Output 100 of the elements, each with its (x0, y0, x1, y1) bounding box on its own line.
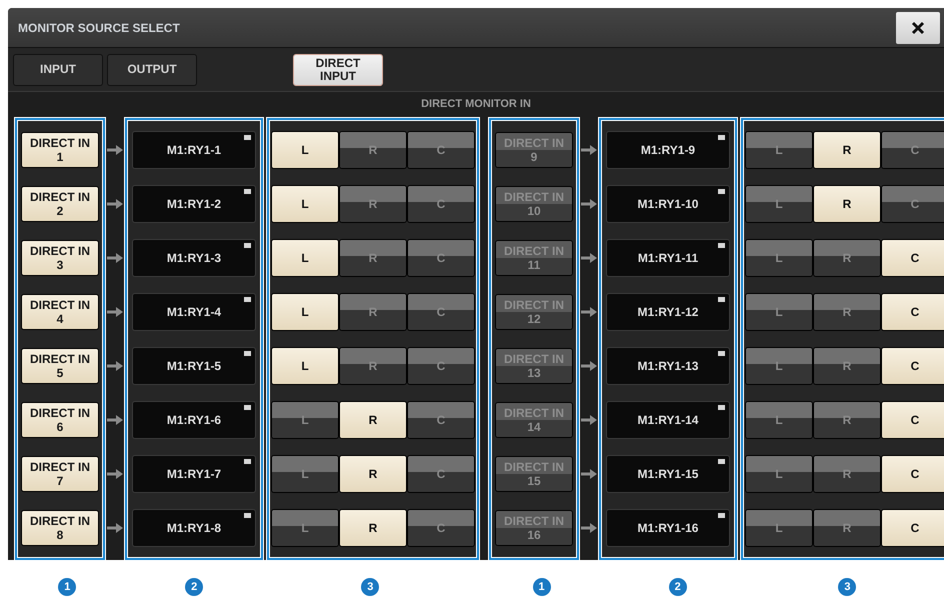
output-toggle[interactable]: R (814, 402, 880, 438)
output-toggle[interactable]: C (882, 132, 944, 168)
output-toggle[interactable]: C (408, 132, 474, 168)
output-toggle[interactable]: C (408, 510, 474, 546)
port-button[interactable]: M1:RY1-15 (607, 456, 729, 492)
output-toggle[interactable]: L (272, 348, 338, 384)
output-toggle[interactable]: C (882, 456, 944, 492)
popup-icon (718, 405, 725, 410)
tab[interactable]: OUTPUT (108, 54, 196, 84)
direct-in-button[interactable]: DIRECT IN 6 (22, 403, 98, 437)
arrow-icon (581, 199, 597, 209)
output-toggle[interactable]: L (272, 132, 338, 168)
callout-badge: 1 (532, 578, 551, 596)
arrow-icon (107, 361, 123, 371)
close-icon (911, 20, 925, 34)
output-toggle[interactable]: L (746, 402, 812, 438)
output-toggle[interactable]: C (882, 186, 944, 222)
output-toggle[interactable]: R (814, 240, 880, 276)
output-toggle[interactable]: L (746, 132, 812, 168)
port-button[interactable]: M1:RY1-1 (133, 132, 255, 168)
arrow-icon (581, 523, 597, 533)
output-toggle[interactable]: L (272, 186, 338, 222)
output-toggle[interactable]: L (272, 510, 338, 546)
callout-badge: 2 (185, 578, 204, 596)
port-button[interactable]: M1:RY1-13 (607, 348, 729, 384)
port-button[interactable]: M1:RY1-5 (133, 348, 255, 384)
output-toggle[interactable]: C (408, 240, 474, 276)
popup-icon (244, 135, 251, 140)
output-toggle[interactable]: C (882, 348, 944, 384)
direct-in-button[interactable]: DIRECT IN 3 (22, 241, 98, 275)
output-toggle[interactable]: R (340, 348, 406, 384)
arrow-icon (581, 145, 597, 155)
port-button[interactable]: M1:RY1-16 (607, 510, 729, 546)
output-toggle[interactable]: L (272, 456, 338, 492)
output-toggle[interactable]: R (814, 294, 880, 330)
output-toggle[interactable]: C (882, 510, 944, 546)
output-toggle[interactable]: R (814, 510, 880, 546)
arrow-icon (107, 415, 123, 425)
output-toggle[interactable]: L (746, 456, 812, 492)
arrow-icon (107, 253, 123, 263)
port-button[interactable]: M1:RY1-10 (607, 186, 729, 222)
popup-icon (244, 405, 251, 410)
callout-badge: 2 (668, 578, 687, 596)
output-toggle[interactable]: C (882, 240, 944, 276)
output-toggle[interactable]: C (882, 294, 944, 330)
output-toggle[interactable]: L (272, 240, 338, 276)
tab[interactable]: DIRECT INPUT (294, 54, 382, 84)
output-toggle[interactable]: L (746, 510, 812, 546)
output-toggle[interactable]: L (272, 402, 338, 438)
output-toggle[interactable]: R (814, 132, 880, 168)
port-button[interactable]: M1:RY1-7 (133, 456, 255, 492)
port-button[interactable]: M1:RY1-12 (607, 294, 729, 330)
output-toggle[interactable]: C (408, 456, 474, 492)
output-toggle[interactable]: C (408, 348, 474, 384)
output-toggle[interactable]: C (882, 402, 944, 438)
close-button[interactable] (896, 12, 940, 44)
output-toggle[interactable]: L (746, 294, 812, 330)
output-toggle[interactable]: R (340, 132, 406, 168)
output-toggle[interactable]: R (340, 456, 406, 492)
port-button[interactable]: M1:RY1-11 (607, 240, 729, 276)
direct-in-button[interactable]: DIRECT IN 1 (22, 133, 98, 167)
port-button[interactable]: M1:RY1-6 (133, 402, 255, 438)
popup-icon (718, 513, 725, 518)
port-button[interactable]: M1:RY1-4 (133, 294, 255, 330)
port-button[interactable]: M1:RY1-3 (133, 240, 255, 276)
output-toggle[interactable]: C (408, 294, 474, 330)
arrow-icon (581, 361, 597, 371)
output-toggle[interactable]: C (408, 186, 474, 222)
output-toggle[interactable]: R (814, 186, 880, 222)
popup-icon (718, 351, 725, 356)
direct-in-button[interactable]: DIRECT IN 4 (22, 295, 98, 329)
arrow-icon (581, 307, 597, 317)
port-button[interactable]: M1:RY1-14 (607, 402, 729, 438)
output-toggle[interactable]: R (814, 456, 880, 492)
port-button[interactable]: M1:RY1-8 (133, 510, 255, 546)
arrow-icon (581, 253, 597, 263)
output-toggle[interactable]: C (408, 402, 474, 438)
tab[interactable]: INPUT (14, 54, 102, 84)
output-toggle[interactable]: R (340, 510, 406, 546)
section-title: DIRECT MONITOR IN (421, 96, 531, 112)
output-toggle[interactable]: L (746, 348, 812, 384)
popup-icon (718, 189, 725, 194)
arrow-icon (107, 307, 123, 317)
port-button[interactable]: M1:RY1-9 (607, 132, 729, 168)
output-toggle[interactable]: R (340, 402, 406, 438)
output-toggle[interactable]: L (272, 294, 338, 330)
port-button[interactable]: M1:RY1-2 (133, 186, 255, 222)
popup-icon (718, 297, 725, 302)
output-toggle[interactable]: L (746, 240, 812, 276)
output-toggle[interactable]: R (814, 348, 880, 384)
direct-in-button[interactable]: DIRECT IN 5 (22, 349, 98, 383)
direct-in-button[interactable]: DIRECT IN 8 (22, 511, 98, 545)
direct-in-button[interactable]: DIRECT IN 2 (22, 187, 98, 221)
output-toggle[interactable]: L (746, 186, 812, 222)
output-toggle[interactable]: R (340, 240, 406, 276)
output-toggle[interactable]: R (340, 294, 406, 330)
output-toggle[interactable]: R (340, 186, 406, 222)
popup-icon (244, 351, 251, 356)
arrow-icon (107, 199, 123, 209)
direct-in-button[interactable]: DIRECT IN 7 (22, 457, 98, 491)
